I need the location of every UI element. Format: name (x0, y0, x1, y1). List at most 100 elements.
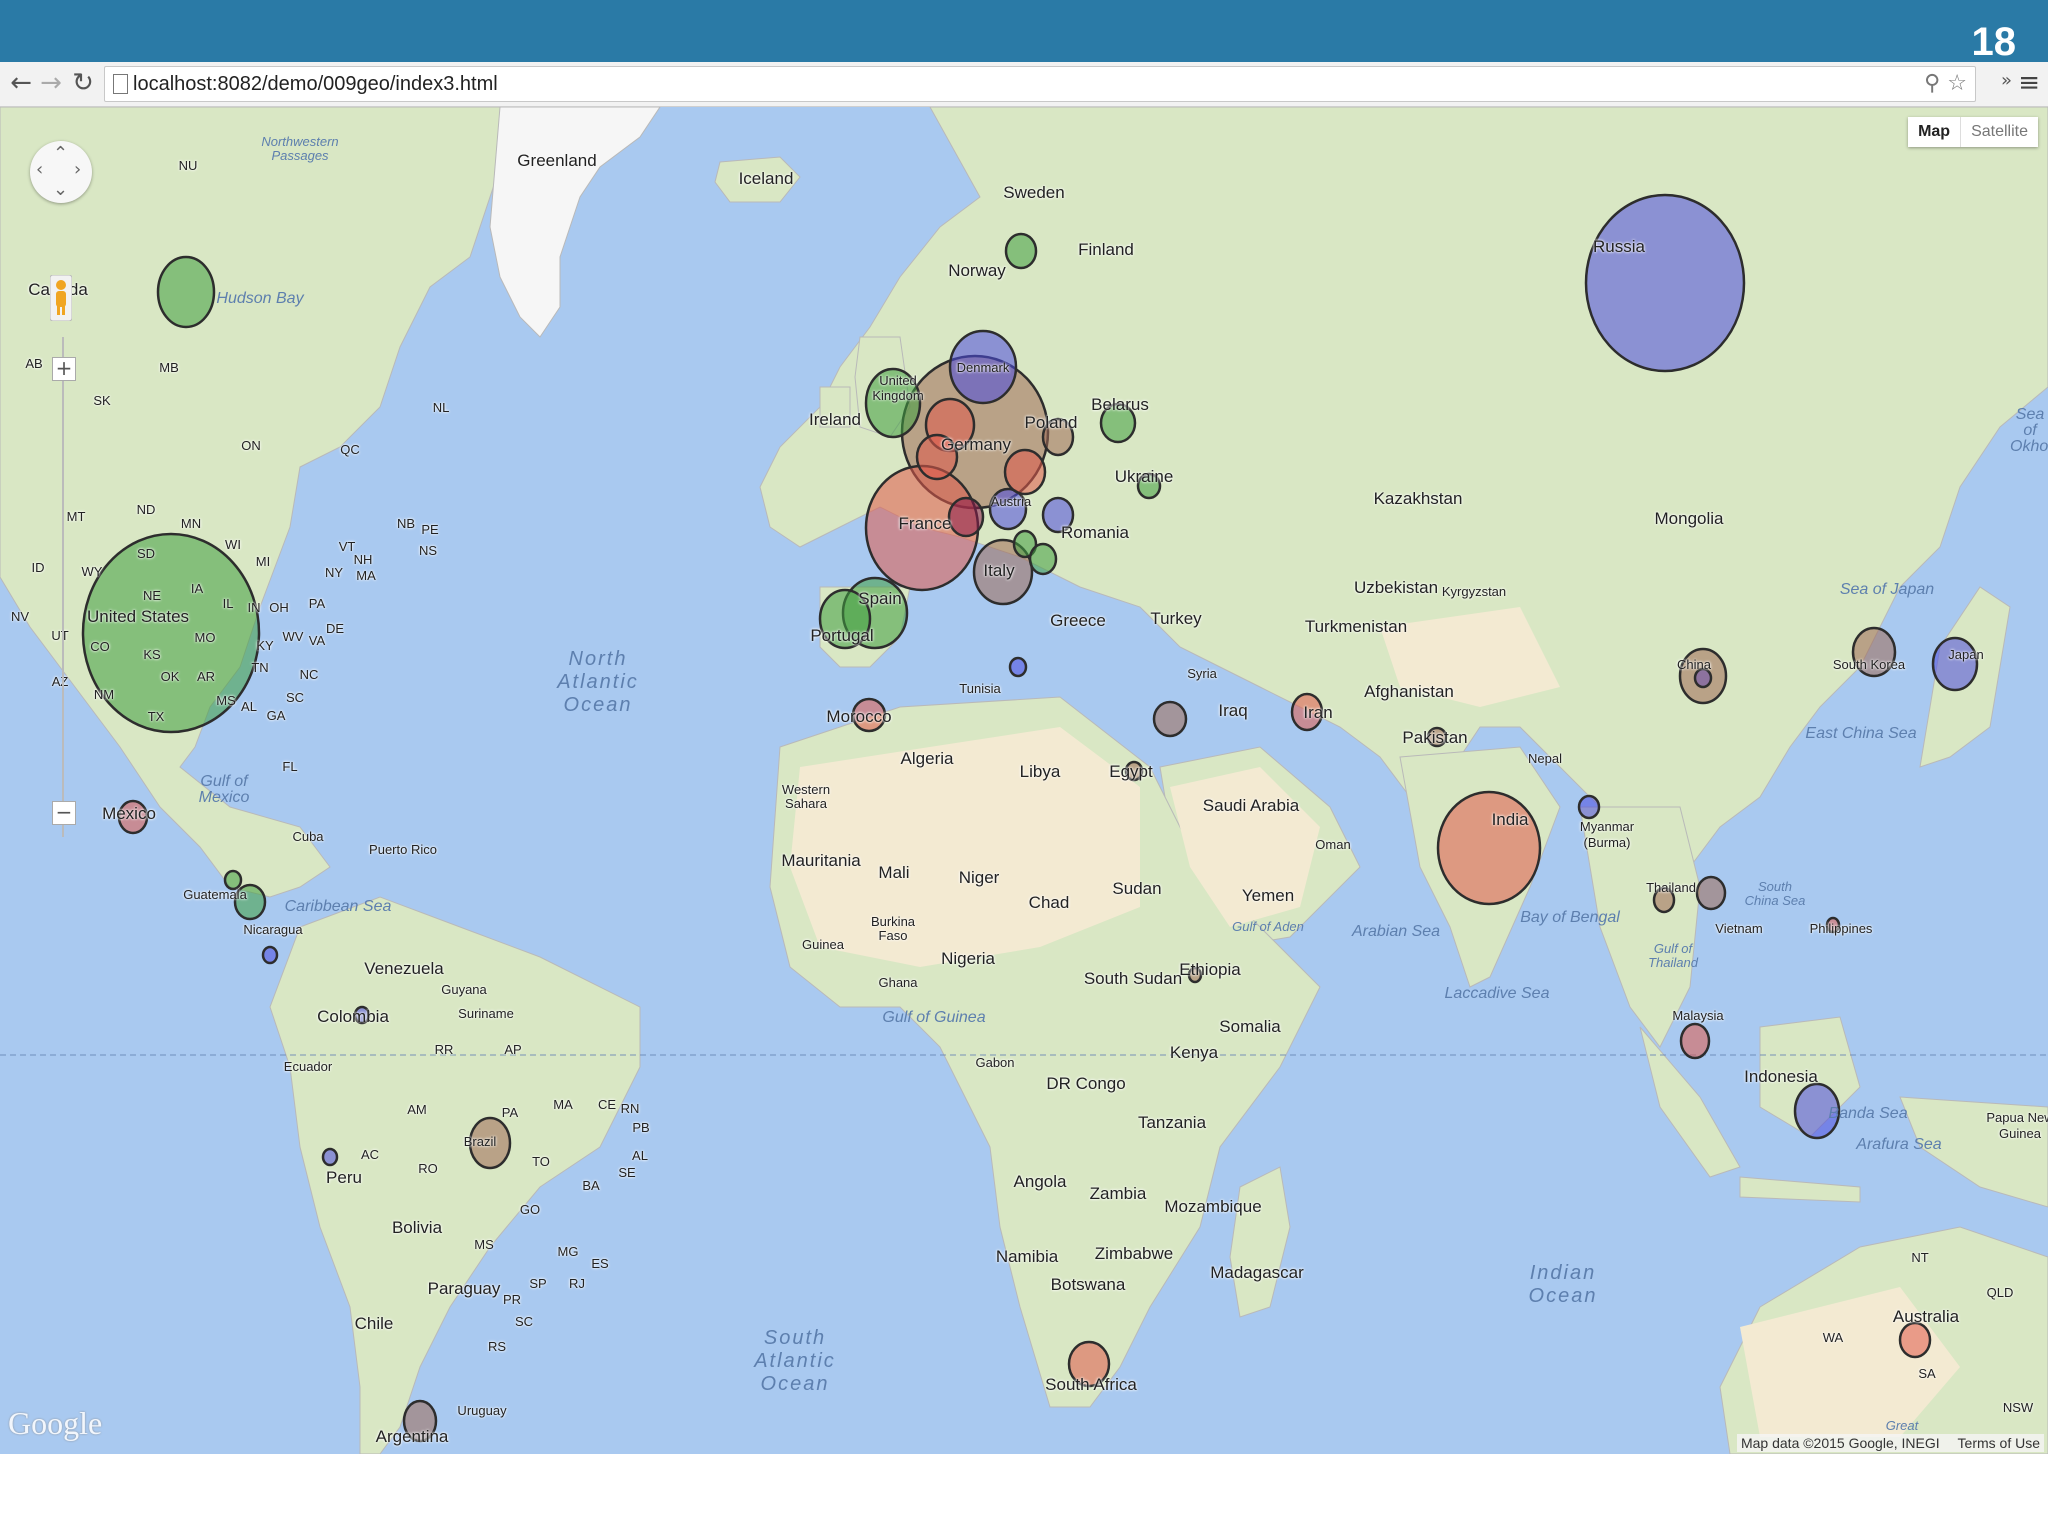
label-nc: NC (299, 667, 319, 682)
label-mozambique: Mozambique (1164, 1197, 1262, 1216)
label-mauritania: Mauritania (781, 851, 861, 870)
label-br-ma: MA (553, 1097, 573, 1112)
label-br-es: ES (591, 1256, 609, 1271)
label-gabon: Gabon (975, 1055, 1015, 1070)
label-ethiopia: Ethiopia (1179, 960, 1241, 979)
map-canvas[interactable]: Greenland Iceland Sweden Finland Norway … (0, 107, 2048, 1454)
label-south-korea: South Korea (1832, 657, 1906, 672)
label-northwestern-passages: Northwestern Passages (261, 134, 339, 163)
menu-icon[interactable]: ≡ (2018, 68, 2040, 98)
map-type-control: Map Satellite (1908, 117, 2038, 147)
label-id: ID (31, 560, 45, 575)
circle-peru (321, 1147, 339, 1167)
label-mexico: Mexico (102, 804, 156, 823)
url-text: localhost:8082/demo/009geo/index3.html (133, 73, 498, 95)
label-east-china-sea: East China Sea (1805, 725, 1917, 742)
label-botswana: Botswana (1050, 1275, 1126, 1294)
label-morocco: Morocco (826, 707, 892, 726)
label-iceland: Iceland (738, 169, 794, 188)
label-italy: Italy (983, 561, 1015, 580)
zoom-out-button[interactable]: − (52, 801, 76, 825)
pan-down-icon[interactable]: ⌄ (53, 181, 68, 199)
label-ab: AB (25, 356, 43, 371)
label-kenya: Kenya (1169, 1043, 1219, 1062)
label-france: France (898, 514, 952, 533)
label-ky: KY (256, 638, 274, 653)
label-ny: NY (324, 565, 344, 580)
zoom-in-button[interactable]: + (52, 357, 76, 381)
attribution-text: Map data ©2015 Google, INEGI (1740, 1435, 1940, 1451)
address-bar[interactable]: localhost:8082/demo/009geo/index3.html ⚲… (104, 66, 1976, 102)
label-nepal: Nepal (1528, 751, 1562, 766)
label-greece: Greece (1050, 611, 1106, 630)
label-south-africa: South Africa (1045, 1375, 1137, 1394)
pan-right-icon[interactable]: › (74, 161, 81, 179)
bookmark-star-icon[interactable]: ⚲ ☆ (1924, 71, 1967, 96)
label-mt: MT (66, 509, 86, 524)
label-denmark: Denmark (956, 360, 1010, 375)
label-nh: NH (353, 552, 373, 567)
label-wv: WV (282, 629, 304, 644)
label-ut: UT (51, 628, 69, 643)
label-in: IN (247, 600, 261, 615)
reload-icon[interactable]: ↻ (68, 68, 98, 98)
extensions-icon[interactable]: » (2001, 70, 2012, 91)
map-type-map-button[interactable]: Map (1908, 117, 1960, 147)
label-turkey: Turkey (1150, 609, 1202, 628)
label-suriname: Suriname (458, 1006, 514, 1021)
pan-up-icon[interactable]: ⌃ (53, 145, 68, 163)
label-br-ba: BA (582, 1178, 600, 1193)
label-al: AL (241, 699, 257, 714)
label-br-se: SE (618, 1165, 636, 1180)
label-br-pa: PA (501, 1105, 519, 1120)
label-wi: WI (225, 537, 241, 552)
zoom-slider-track[interactable] (62, 337, 64, 837)
forward-arrow-icon[interactable]: → (36, 68, 66, 98)
circle-japan (1931, 636, 1979, 692)
label-puerto-rico: Puerto Rico (369, 842, 437, 857)
label-namibia: Namibia (995, 1247, 1059, 1266)
label-libya: Libya (1019, 762, 1061, 781)
label-fl: FL (282, 759, 298, 774)
label-afghanistan: Afghanistan (1364, 682, 1454, 701)
label-paraguay: Paraguay (427, 1279, 501, 1298)
page-icon (113, 74, 128, 94)
label-gulf-of-guinea: Gulf of Guinea (882, 1009, 986, 1026)
label-br-to: TO (532, 1154, 550, 1169)
label-br-sc: SC (514, 1314, 534, 1329)
label-south-china-sea: South China Sea (1744, 879, 1806, 908)
label-uzbekistan: Uzbekistan (1353, 578, 1439, 597)
label-ks: KS (143, 647, 161, 662)
pegman-icon[interactable] (50, 275, 72, 321)
label-sk: SK (93, 393, 111, 408)
label-japan: Japan (1948, 647, 1984, 662)
label-br-ro: RO (418, 1161, 438, 1176)
label-peru: Peru (326, 1168, 362, 1187)
label-qc: QC (340, 442, 360, 457)
madagascar-land (1229, 1166, 1291, 1318)
label-sudan: Sudan (1112, 879, 1162, 898)
terms-of-use-link[interactable]: Terms of Use (1958, 1435, 2040, 1451)
label-great: Great (1885, 1418, 1919, 1433)
label-india: India (1491, 810, 1529, 829)
label-oman: Oman (1315, 837, 1351, 852)
label-guinea: Guinea (802, 937, 844, 952)
label-romania: Romania (1060, 523, 1130, 542)
slide-header: 18 (0, 0, 2048, 62)
label-mb: MB (159, 360, 179, 375)
label-portugal: Portugal (810, 626, 874, 645)
label-united-states: United States (86, 607, 190, 626)
label-sc: SC (285, 690, 305, 705)
label-egypt: Egypt (1109, 762, 1153, 781)
label-indonesia: Indonesia (1744, 1067, 1818, 1086)
label-caribbean-sea: Caribbean Sea (284, 898, 392, 915)
label-br-rj: RJ (569, 1276, 585, 1291)
pan-control[interactable]: ⌃ ⌄ ‹ › (30, 141, 92, 203)
label-br-ap: AP (504, 1042, 522, 1057)
pan-left-icon[interactable]: ‹ (36, 161, 43, 179)
map-type-satellite-button[interactable]: Satellite (1960, 117, 2038, 147)
label-nb: NB (396, 516, 416, 531)
label-sweden: Sweden (1003, 183, 1065, 202)
label-burkina-faso: Burkina Faso (870, 914, 916, 943)
back-arrow-icon[interactable]: ← (6, 68, 36, 98)
